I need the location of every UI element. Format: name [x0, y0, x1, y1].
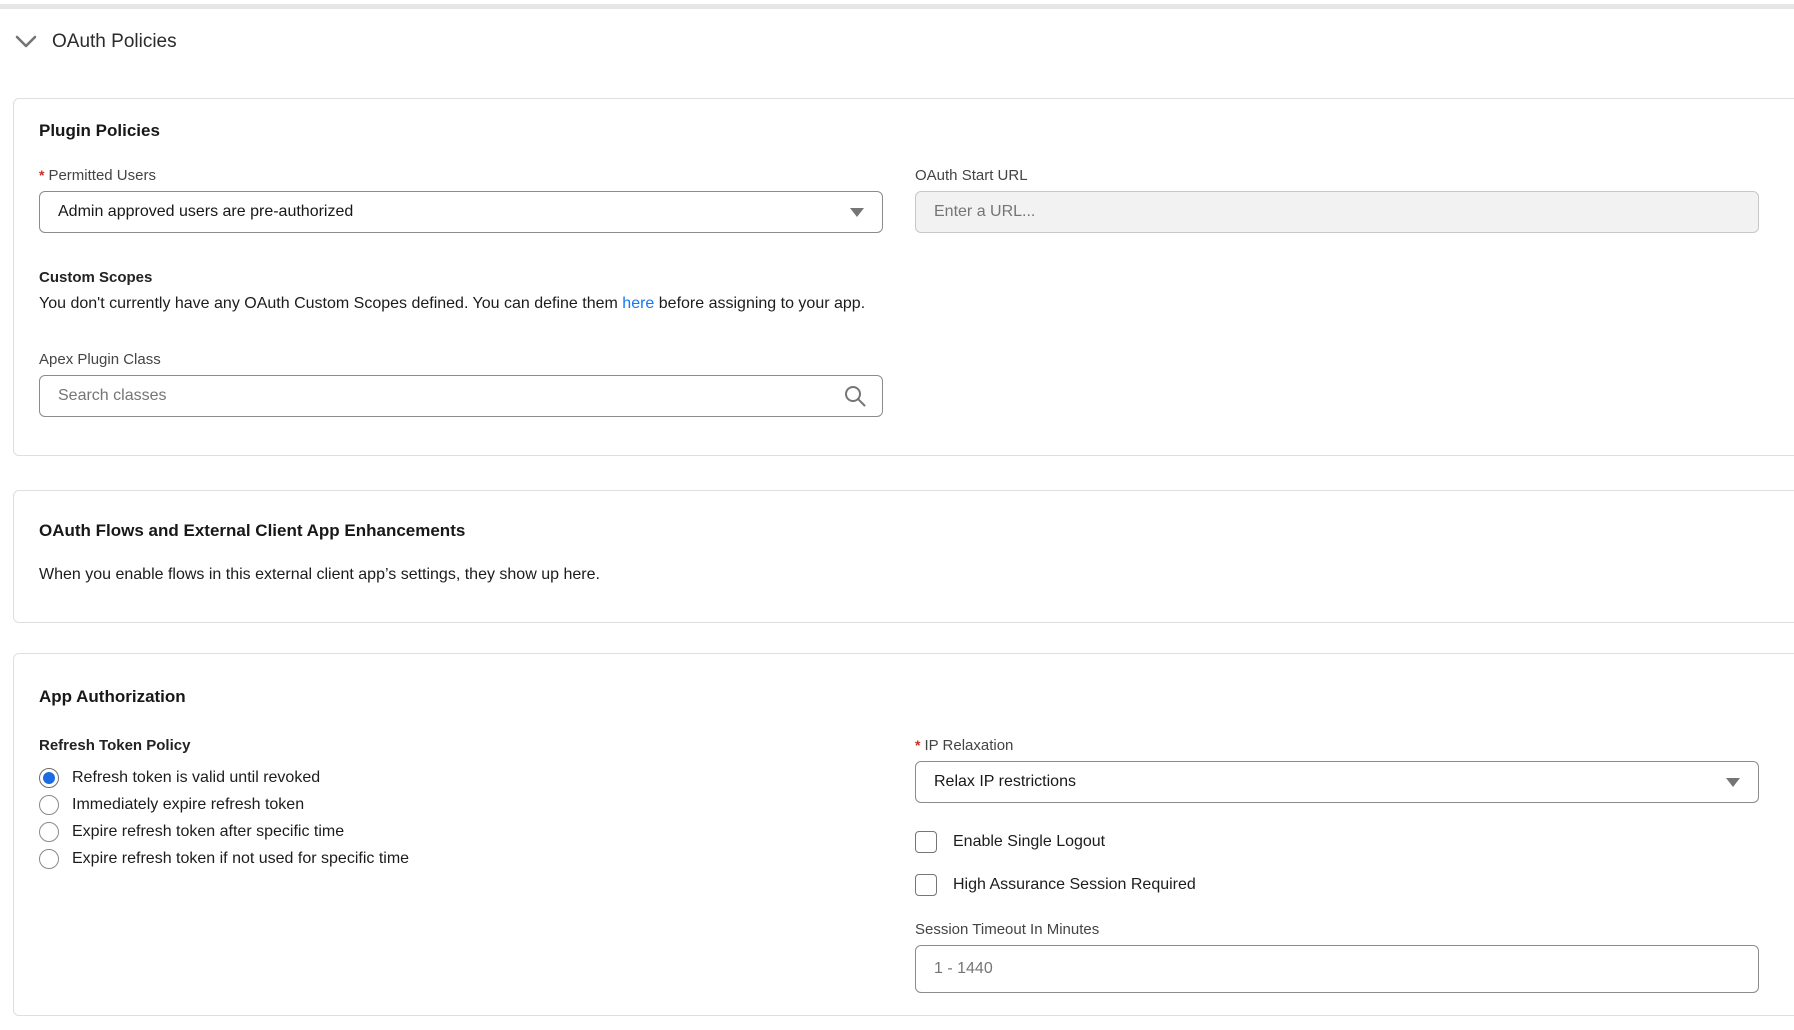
page-title: OAuth Policies [52, 31, 177, 53]
radio-icon[interactable] [39, 768, 59, 788]
app-authorization-card: App Authorization Refresh Token Policy R… [13, 653, 1794, 1016]
radio-expire-after-time[interactable]: Expire refresh token after specific time [39, 818, 883, 845]
required-asterisk: * [39, 167, 44, 183]
session-timeout-input[interactable] [915, 945, 1759, 993]
chevron-down-icon[interactable] [15, 35, 37, 49]
permitted-users-label: * Permitted Users [39, 167, 883, 184]
radio-expire-if-not-used[interactable]: Expire refresh token if not used for spe… [39, 845, 883, 872]
ip-relaxation-label: * IP Relaxation [915, 737, 1759, 754]
permitted-users-select[interactable]: Admin approved users are pre-authorized [39, 191, 883, 233]
oauth-start-url-field: OAuth Start URL [915, 167, 1759, 233]
oauth-policies-section-header: OAuth Policies [15, 31, 1794, 53]
oauth-start-url-input[interactable] [915, 191, 1759, 233]
plugin-policies-card: Plugin Policies * Permitted Users Admin … [13, 98, 1794, 456]
ip-relaxation-value: Relax IP restrictions [934, 773, 1726, 791]
custom-scopes-text: You don't currently have any OAuth Custo… [39, 292, 1759, 315]
required-asterisk: * [915, 737, 920, 753]
plugin-policies-title: Plugin Policies [39, 99, 1759, 141]
permitted-users-field: * Permitted Users Admin approved users a… [39, 167, 883, 233]
checkbox-icon[interactable] [915, 831, 937, 853]
apex-plugin-class-field: Apex Plugin Class [39, 351, 883, 417]
high-assurance-session-checkbox-row[interactable]: High Assurance Session Required [915, 874, 1759, 896]
define-scopes-link[interactable]: here [622, 295, 654, 312]
radio-icon[interactable] [39, 795, 59, 815]
permitted-users-value: Admin approved users are pre-authorized [58, 203, 850, 221]
radio-icon[interactable] [39, 849, 59, 869]
oauth-start-url-label: OAuth Start URL [915, 167, 1759, 184]
apex-plugin-class-label: Apex Plugin Class [39, 351, 883, 368]
refresh-token-policy-label: Refresh Token Policy [39, 737, 883, 754]
radio-refresh-valid-until-revoked[interactable]: Refresh token is valid until revoked [39, 764, 883, 791]
oauth-flows-card: OAuth Flows and External Client App Enha… [13, 490, 1794, 623]
apex-class-search-input[interactable] [39, 375, 883, 417]
radio-immediately-expire[interactable]: Immediately expire refresh token [39, 791, 883, 818]
session-timeout-label: Session Timeout In Minutes [915, 921, 1759, 938]
refresh-token-policy-group: Refresh Token Policy Refresh token is va… [39, 737, 883, 993]
custom-scopes-title: Custom Scopes [39, 269, 1759, 286]
ip-relaxation-select[interactable]: Relax IP restrictions [915, 761, 1759, 803]
oauth-flows-description: When you enable flows in this external c… [39, 563, 1759, 586]
enable-single-logout-checkbox-row[interactable]: Enable Single Logout [915, 831, 1759, 853]
dropdown-arrow-icon [850, 208, 864, 217]
app-authorization-title: App Authorization [39, 654, 1759, 707]
radio-icon[interactable] [39, 822, 59, 842]
checkbox-icon[interactable] [915, 874, 937, 896]
oauth-flows-title: OAuth Flows and External Client App Enha… [39, 491, 1759, 541]
app-authorization-right-column: * IP Relaxation Relax IP restrictions En… [915, 737, 1759, 993]
dropdown-arrow-icon [1726, 778, 1740, 787]
section-top-divider [0, 4, 1794, 9]
